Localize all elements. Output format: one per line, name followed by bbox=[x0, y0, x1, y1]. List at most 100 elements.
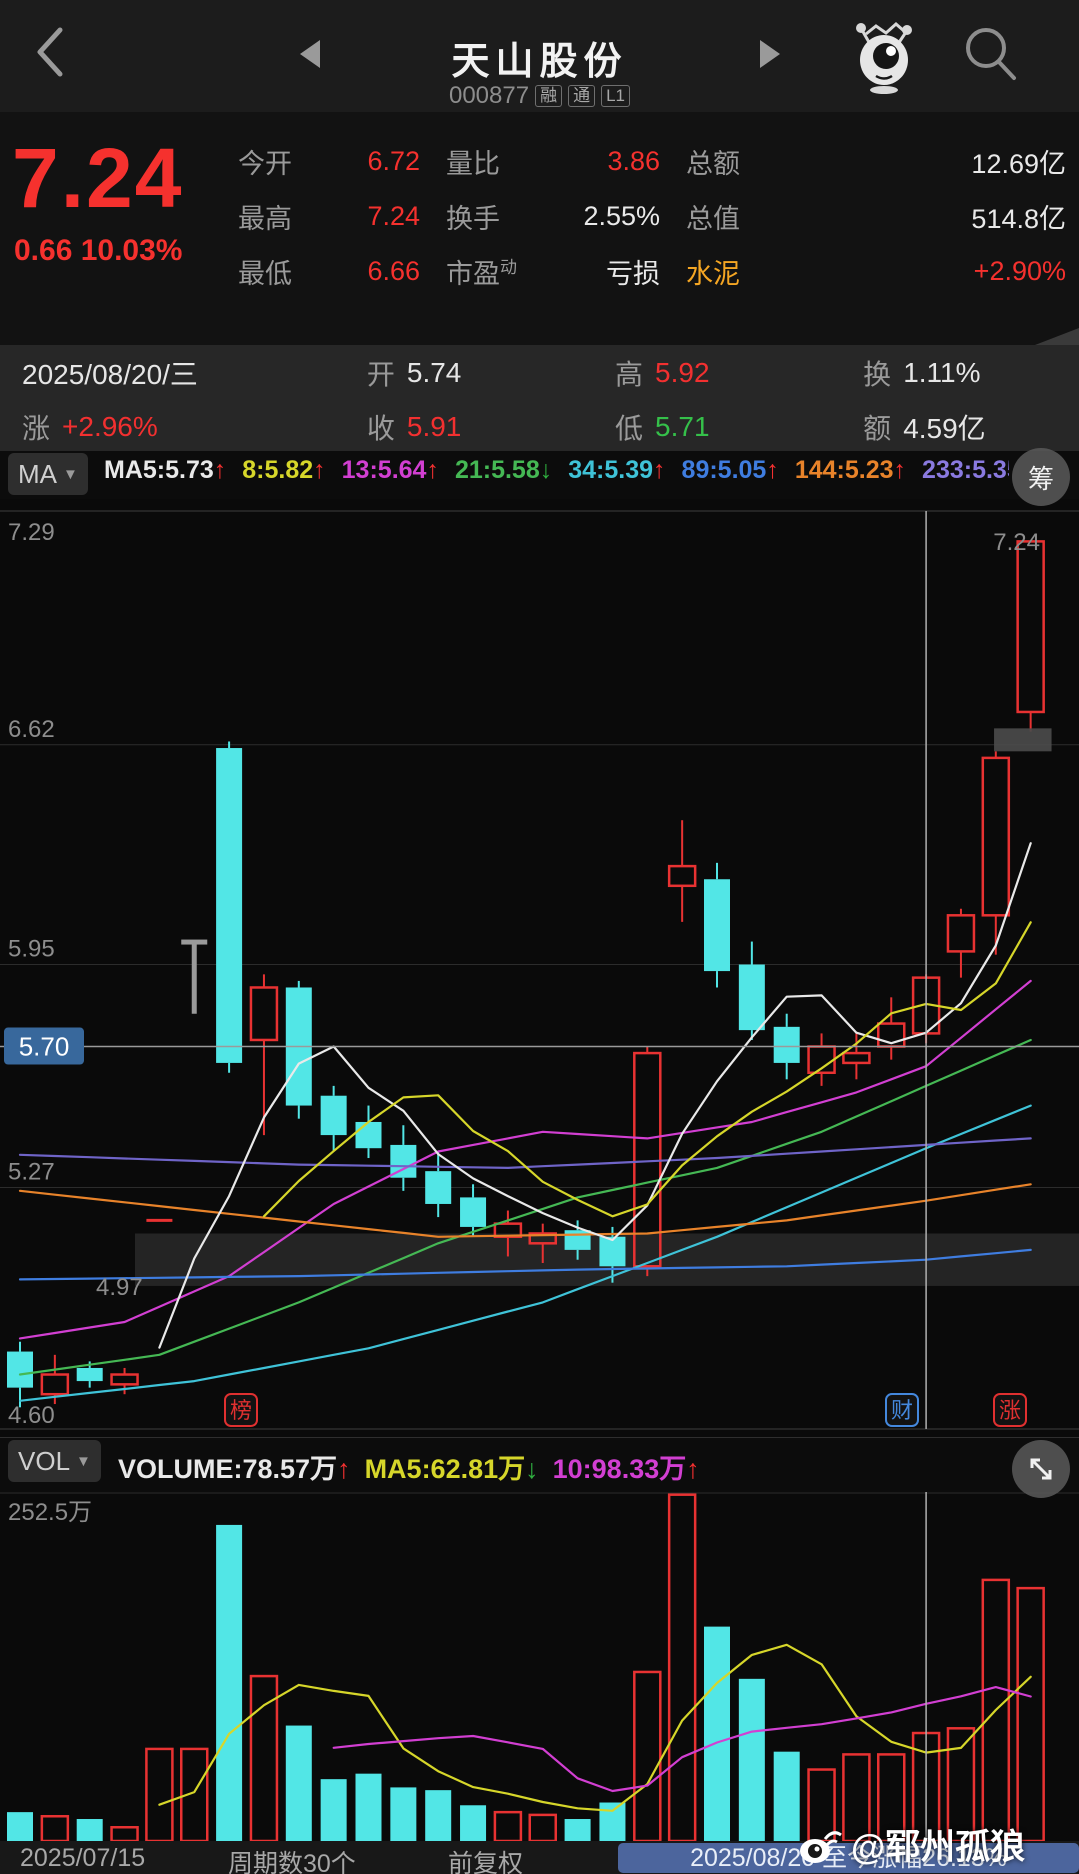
candle-body bbox=[112, 1375, 138, 1385]
price-change: 0.66 10.03% bbox=[14, 234, 182, 268]
quote-field: 市盈动亏损 bbox=[446, 244, 686, 299]
candle-body bbox=[7, 1352, 33, 1388]
volume-bar bbox=[669, 1495, 695, 1841]
quote-field: 最低6.66 bbox=[238, 244, 446, 299]
axis-label: 5.95 bbox=[8, 936, 55, 963]
stock-code: 000877 bbox=[449, 82, 529, 109]
expand-arrows-icon bbox=[1024, 1452, 1058, 1486]
highlight-price-label: 5.70 bbox=[19, 1032, 70, 1062]
next-stock-icon[interactable] bbox=[760, 40, 780, 68]
volume-bar bbox=[599, 1803, 625, 1841]
volume-bar bbox=[704, 1627, 730, 1841]
info-cell: 低5.71 bbox=[615, 407, 863, 447]
volume-bar bbox=[356, 1774, 382, 1841]
panel-fold-corner[interactable] bbox=[1035, 328, 1079, 345]
corner-badge-label[interactable]: 榜 bbox=[230, 1398, 252, 1423]
info-cell: 收5.91 bbox=[367, 407, 615, 447]
volume-bar bbox=[216, 1525, 242, 1841]
crosshair-info-bar: 2025/08/20/三开5.74高5.92换1.11% 涨+2.96%收5.9… bbox=[0, 345, 1079, 451]
mascot-icon[interactable] bbox=[848, 18, 920, 101]
quote-field: 量比3.86 bbox=[446, 134, 686, 189]
axis-label: 4.60 bbox=[8, 1402, 55, 1429]
last-price: 7.24 bbox=[12, 130, 184, 227]
candle-body bbox=[1018, 541, 1044, 712]
chevron-down-icon: ▼ bbox=[63, 466, 78, 483]
candle-body bbox=[599, 1237, 625, 1267]
candle-body bbox=[460, 1197, 486, 1227]
axis-label: 4.97 bbox=[96, 1274, 143, 1301]
indicator-value: MA5:62.81万↓ bbox=[365, 1454, 539, 1484]
candle-body bbox=[948, 915, 974, 951]
volume-bar bbox=[739, 1679, 765, 1841]
stock-app-screen: 天山股份 000877融通L1 7.24 0. bbox=[0, 0, 1079, 1874]
header: 天山股份 000877融通L1 bbox=[0, 0, 1079, 112]
axis-label: 7.29 bbox=[8, 519, 55, 546]
quote-fields: 今开6.72量比3.86总额12.69亿最高7.24换手2.55%总值514.8… bbox=[238, 134, 1070, 299]
search-icon[interactable] bbox=[958, 20, 1022, 91]
main-candlestick-chart[interactable]: 5.707.296.625.955.274.604.977.24榜财涨 bbox=[0, 498, 1079, 1437]
quote-field: 换手2.55% bbox=[446, 189, 686, 244]
chip-distribution-button[interactable]: 筹 bbox=[1012, 448, 1070, 506]
stock-tag: 通 bbox=[568, 85, 595, 107]
volume-bar bbox=[7, 1812, 33, 1841]
info-cell: 高5.92 bbox=[615, 353, 863, 393]
expand-fullscreen-button[interactable] bbox=[1012, 1440, 1070, 1498]
volume-values: VOLUME:78.57万↑MA5:62.81万↓10:98.33万↑ bbox=[118, 1447, 714, 1486]
quote-field: 今开6.72 bbox=[238, 134, 446, 189]
axis-label: 7.24 bbox=[993, 529, 1040, 556]
corner-badge-label[interactable]: 涨 bbox=[999, 1398, 1021, 1423]
volume-bar bbox=[390, 1787, 416, 1841]
chevron-down-icon: ▼ bbox=[76, 1453, 91, 1470]
ma-dropdown-button[interactable]: MA▼ bbox=[8, 453, 88, 495]
quote-field: 水泥+2.90% bbox=[686, 244, 1070, 299]
period-count[interactable]: 周期数30个 bbox=[228, 1844, 356, 1874]
candle-body bbox=[321, 1096, 347, 1135]
volume-bar bbox=[565, 1819, 591, 1841]
volume-bar bbox=[1018, 1588, 1044, 1841]
stock-tag: L1 bbox=[601, 85, 630, 107]
volume-bar bbox=[634, 1672, 660, 1841]
stock-tag: 融 bbox=[535, 85, 562, 107]
volume-indicator-bar: VOL▼ VOLUME:78.57万↑MA5:62.81万↓10:98.33万↑ bbox=[0, 1437, 1079, 1492]
axis-label: 5.27 bbox=[8, 1159, 55, 1186]
corner-badge-label[interactable]: 财 bbox=[891, 1398, 913, 1423]
adjust-mode[interactable]: 前复权 bbox=[448, 1844, 523, 1874]
indicator-value: 144:5.23↑ bbox=[795, 456, 906, 484]
indicator-value: 89:5.05↑ bbox=[682, 456, 779, 484]
indicator-value: 13:5.64↑ bbox=[342, 456, 439, 484]
volume-chart[interactable]: 252.5万 bbox=[0, 1492, 1079, 1841]
volume-bar bbox=[460, 1805, 486, 1841]
candle-body bbox=[669, 866, 695, 886]
quote-field: 最高7.24 bbox=[238, 189, 446, 244]
candle-body bbox=[739, 965, 765, 1031]
footer-bar: 2025/07/15 周期数30个 前复权 2025/08/20 至今涨幅26.… bbox=[0, 1841, 1079, 1874]
indicator-value: 34:5.39↑ bbox=[568, 456, 665, 484]
volume-bar bbox=[425, 1790, 451, 1841]
volume-bar bbox=[146, 1749, 172, 1841]
candle-body bbox=[251, 987, 277, 1039]
watermark: @郓州孤狼 bbox=[795, 1819, 1025, 1870]
chart-start-date: 2025/07/15 bbox=[20, 1844, 145, 1873]
info-cell: 额4.59亿 bbox=[863, 407, 1079, 447]
info-cell: 涨+2.96% bbox=[0, 407, 367, 447]
candle-body bbox=[774, 1027, 800, 1063]
chip-peak-box bbox=[994, 728, 1052, 751]
indicator-value: 233:5.35↑ bbox=[922, 456, 1009, 484]
indicator-value: 10:98.33万↑ bbox=[553, 1454, 700, 1484]
candle-body bbox=[704, 879, 730, 971]
quote-panel: 7.24 0.66 10.03% 今开6.72量比3.86总额12.69亿最高7… bbox=[0, 112, 1079, 345]
ma-line-ma233 bbox=[20, 1138, 1031, 1168]
candle-body bbox=[843, 1053, 869, 1063]
volume-bar bbox=[112, 1827, 138, 1841]
candle-body bbox=[77, 1368, 103, 1381]
candle-body bbox=[983, 758, 1009, 915]
indicator-value: MA5:5.73↑ bbox=[104, 456, 226, 484]
candle-body bbox=[42, 1375, 68, 1395]
vol-dropdown-button[interactable]: VOL▼ bbox=[8, 1440, 101, 1482]
weibo-icon bbox=[795, 1823, 847, 1867]
volume-bar bbox=[321, 1779, 347, 1841]
candle-body bbox=[565, 1230, 591, 1250]
indicator-value: 21:5.58↓ bbox=[455, 456, 552, 484]
quote-field: 总额12.69亿 bbox=[686, 134, 1070, 189]
ma-line-ma144 bbox=[20, 1184, 1031, 1237]
